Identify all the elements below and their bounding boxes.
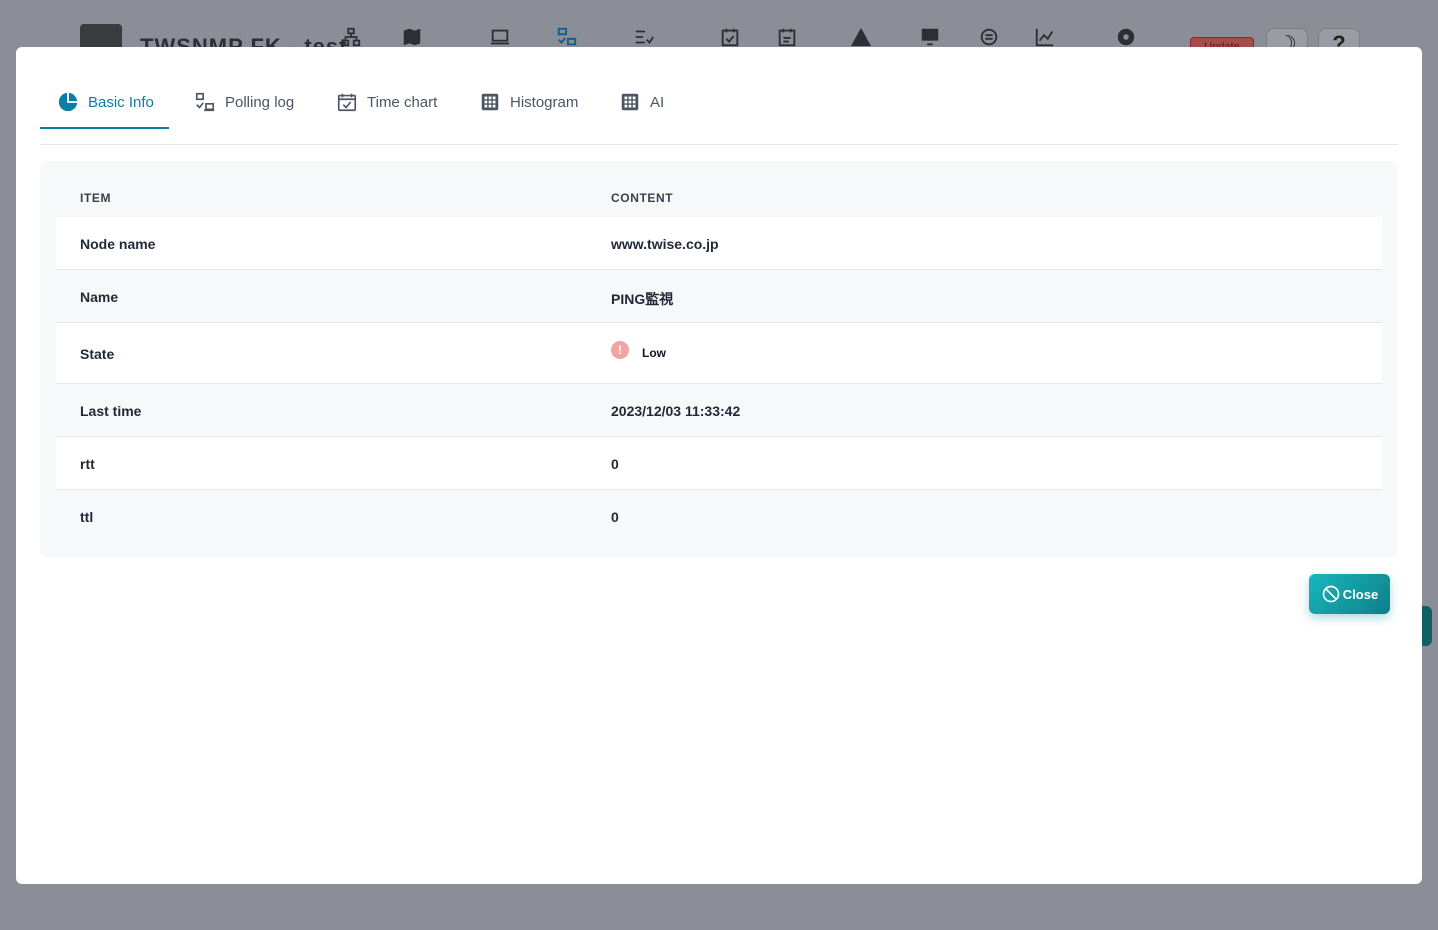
laptop-icon [489, 26, 511, 47]
table-row: ttl 0 [56, 490, 1382, 543]
close-button[interactable]: Close [1309, 574, 1390, 614]
row-item: ttl [80, 509, 94, 525]
polling-icon [194, 91, 216, 113]
app-title: TWSNMP FK - test [140, 34, 348, 47]
row-content: PING監視 [611, 291, 674, 307]
row-item: Node name [80, 236, 156, 252]
row-content-state: ! Low [611, 341, 666, 360]
basic-info-table: ITEM CONTENT Node name www.twise.co.jp N… [40, 161, 1398, 558]
checklist-icon [633, 26, 655, 47]
calendar-check-icon [336, 91, 358, 113]
table-row: State ! Low [56, 323, 1382, 384]
close-button-label: Close [1342, 586, 1379, 602]
ban-icon [1321, 584, 1341, 604]
table-row: Name PING監視 [56, 270, 1382, 323]
tab-label: Time chart [367, 93, 438, 111]
tab-label: AI [650, 93, 665, 111]
polling-nav-icon [556, 26, 578, 47]
line-chart-icon [1034, 26, 1056, 47]
tab-bar: Basic Info Polling log Time chart Histog… [40, 75, 1398, 145]
network-icon [340, 26, 362, 47]
exclamation-circle-icon: ! [611, 341, 629, 359]
table-row: Node name www.twise.co.jp [56, 217, 1382, 270]
monitor-check-icon [919, 26, 941, 47]
settings-gear-icon [1115, 26, 1137, 47]
row-content: 2023/12/03 11:33:42 [611, 403, 741, 419]
state-label: Low [642, 346, 666, 360]
warning-icon [850, 26, 872, 47]
grid-icon [479, 91, 501, 113]
table-row: Last time 2023/12/03 11:33:42 [56, 384, 1382, 437]
column-header-item: ITEM [80, 191, 112, 205]
table-body: Node name www.twise.co.jp Name PING監視 St… [56, 217, 1382, 543]
row-item: Name [80, 289, 119, 305]
map-icon [401, 26, 423, 47]
row-item: Last time [80, 403, 142, 419]
tab-histogram[interactable]: Histogram [479, 75, 578, 129]
grid-icon [619, 91, 641, 113]
tab-ai[interactable]: AI [619, 75, 664, 129]
help-icon: ? [1318, 28, 1360, 47]
table-row: rtt 0 [56, 437, 1382, 490]
app-logo [80, 24, 122, 47]
tab-label: Basic Info [88, 93, 154, 111]
node-polling-detail-modal: Basic Info Polling log Time chart Histog… [16, 47, 1422, 884]
row-item: rtt [80, 456, 95, 472]
brain-icon [978, 26, 1000, 47]
tab-basic-info[interactable]: Basic Info [40, 75, 169, 129]
calendar-icon [776, 26, 798, 47]
table-header: ITEM CONTENT [56, 185, 1382, 217]
tab-label: Histogram [510, 93, 579, 111]
tab-label: Polling log [225, 93, 295, 111]
row-item: State [80, 346, 115, 362]
row-content: 0 [611, 456, 619, 472]
pie-chart-icon [57, 91, 79, 113]
dark-mode-icon: ☽ [1266, 28, 1308, 47]
row-content: www.twise.co.jp [611, 236, 719, 252]
calendar-check-nav-icon [719, 26, 741, 47]
tab-polling-log[interactable]: Polling log [194, 75, 294, 129]
update-badge: Update [1190, 37, 1254, 47]
row-content: 0 [611, 509, 619, 525]
column-header-content: CONTENT [611, 191, 674, 205]
tab-time-chart[interactable]: Time chart [336, 75, 437, 129]
background-header: TWSNMP FK - test Update ☽ ? [0, 0, 1438, 47]
